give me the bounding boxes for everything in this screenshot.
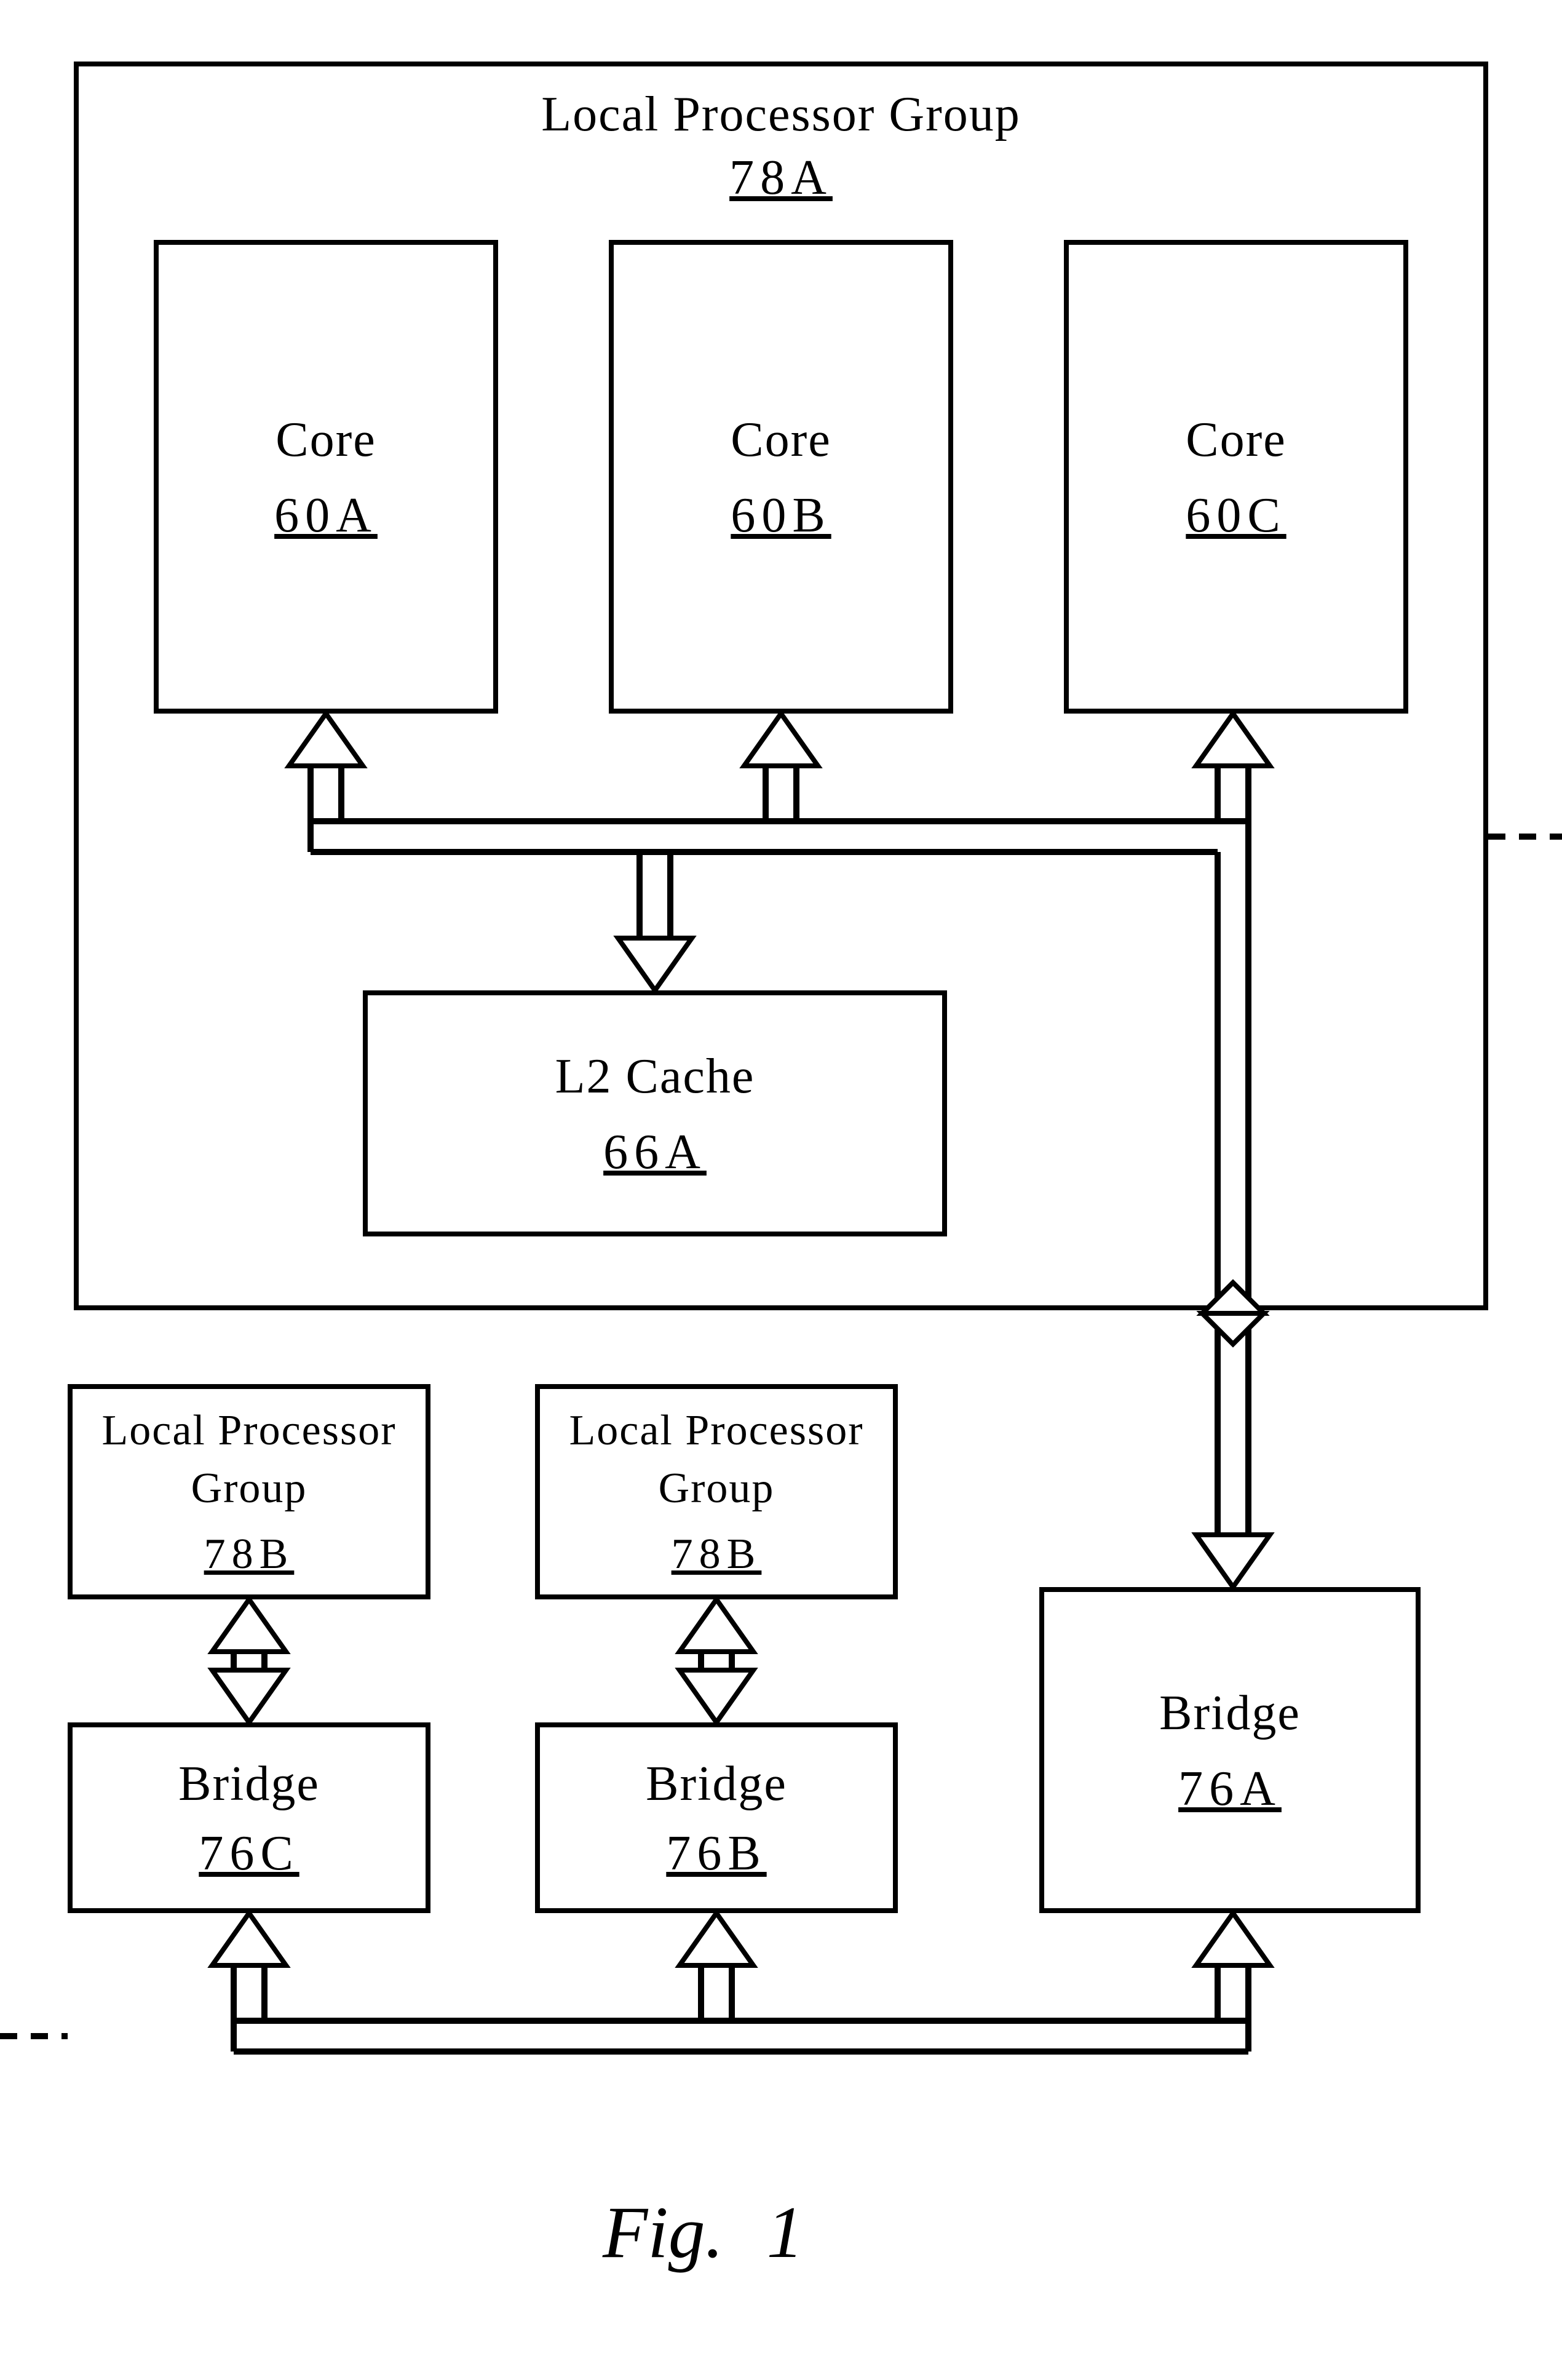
bridge-76a: Bridge 76A	[1039, 1587, 1421, 1913]
l2-cache-ref: 66A	[603, 1124, 707, 1180]
group-78b-mid-ref: 78B	[672, 1530, 762, 1579]
core-60b: Core 60B	[609, 240, 953, 714]
group-78b-left-l1: Local Processor	[101, 1405, 396, 1457]
group-78a-title: Local Processor Group	[79, 85, 1483, 144]
core-60b-title: Core	[731, 410, 831, 469]
bridge-76b-title: Bridge	[646, 1754, 787, 1813]
group-78a-ref: 78A	[79, 150, 1483, 206]
bridge-76a-title: Bridge	[1159, 1684, 1301, 1743]
figure-caption: Fig. 1	[603, 2190, 804, 2275]
core-60a-title: Core	[276, 410, 376, 469]
core-60c: Core 60C	[1064, 240, 1408, 714]
bridge-76b-ref: 76B	[666, 1826, 766, 1882]
group-78b-left: Local Processor Group 78B	[68, 1384, 430, 1599]
core-60a-ref: 60A	[274, 488, 378, 544]
group-78b-mid-l2: Group	[659, 1463, 775, 1514]
l2-cache-title: L2 Cache	[555, 1047, 755, 1106]
bridge-76c-ref: 76C	[199, 1826, 299, 1882]
bridge-76b: Bridge 76B	[535, 1722, 898, 1913]
l2-cache-66a: L2 Cache 66A	[363, 990, 947, 1236]
core-60a: Core 60A	[154, 240, 498, 714]
group-78b-left-l2: Group	[191, 1463, 307, 1514]
core-60c-title: Core	[1186, 410, 1286, 469]
figure-number: 1	[767, 2191, 804, 2273]
group-78b-mid: Local Processor Group 78B	[535, 1384, 898, 1599]
core-60c-ref: 60C	[1186, 488, 1286, 544]
bridge-76a-ref: 76A	[1178, 1761, 1282, 1817]
bridge-76c: Bridge 76C	[68, 1722, 430, 1913]
figure-label: Fig.	[603, 2191, 724, 2273]
diagram-canvas: Local Processor Group 78A Core 60A Core …	[0, 0, 1562, 2380]
group-78b-mid-l1: Local Processor	[569, 1405, 863, 1457]
core-60b-ref: 60B	[731, 488, 831, 544]
bridge-76c-title: Bridge	[178, 1754, 320, 1813]
group-78b-left-ref: 78B	[204, 1530, 295, 1579]
